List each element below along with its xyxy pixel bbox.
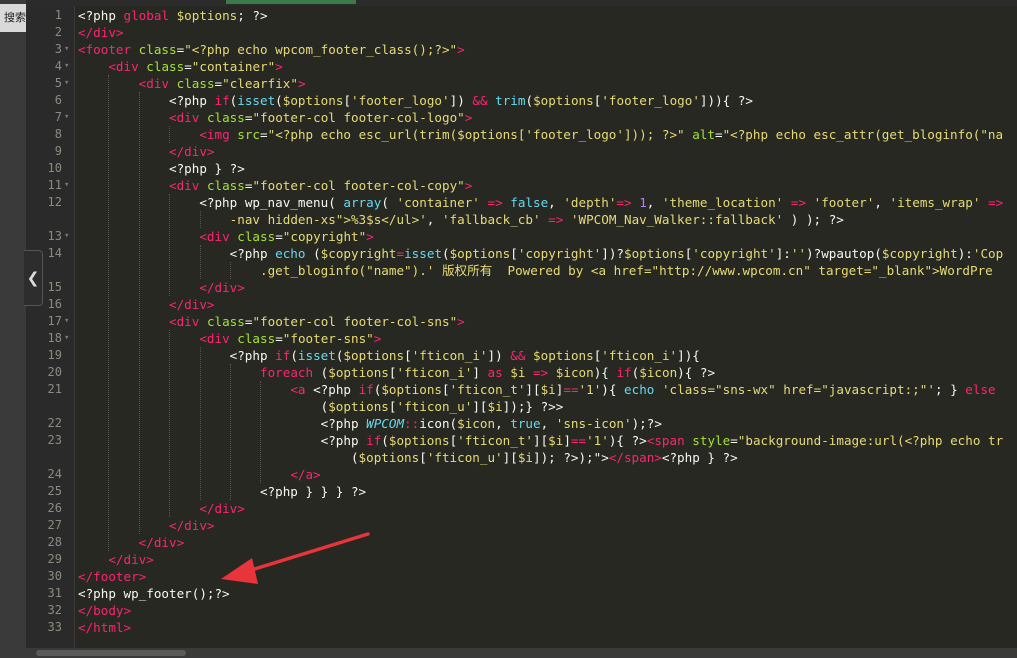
- annotation-arrow: [221, 532, 370, 584]
